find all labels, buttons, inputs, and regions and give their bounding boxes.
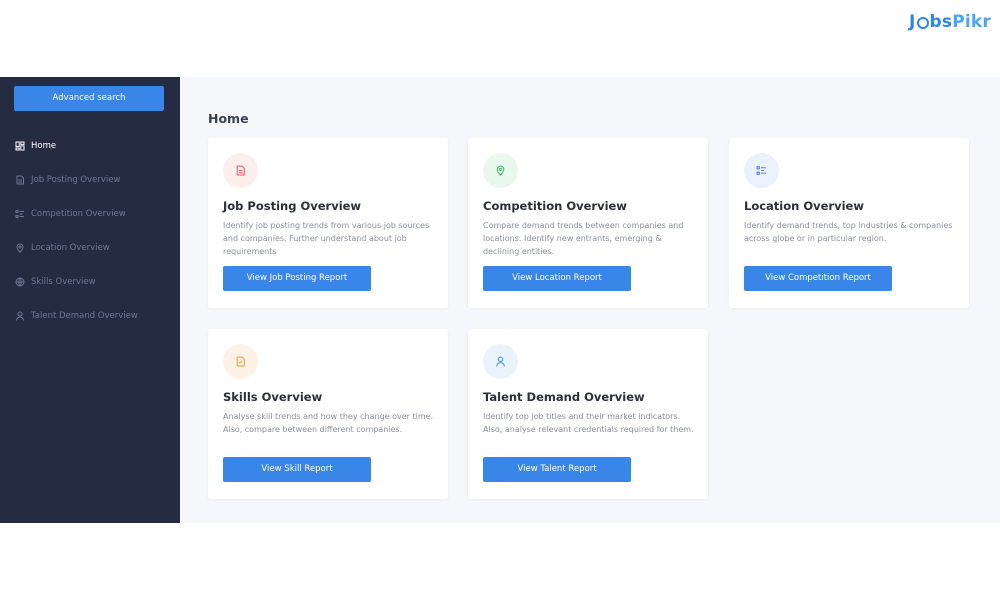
card-title: Competition Overview [483, 199, 627, 213]
sidebar-item-label: Job Posting Overview [31, 175, 121, 185]
sidebar-item-talent-demand[interactable]: Talent Demand Overview [0, 299, 180, 333]
logo-j: J [909, 12, 916, 32]
card-skills-overview: Skills Overview Analyse skill trends and… [208, 329, 448, 499]
location-pin-icon [496, 165, 505, 176]
sidebar-item-location[interactable]: Location Overview [0, 231, 180, 265]
logo-pikr: Pikr [952, 12, 992, 32]
card-title: Job Posting Overview [223, 199, 362, 213]
sidebar-item-label: Location Overview [31, 243, 110, 253]
card-title: Location Overview [744, 199, 864, 213]
globe-icon [15, 277, 25, 287]
advanced-search-button[interactable]: Advanced search [14, 86, 164, 111]
logo-bs: bs [929, 12, 953, 32]
sidebar: Advanced search Home Job Posting Overvie… [0, 77, 180, 523]
document-icon [236, 165, 245, 176]
card-icon-badge [744, 153, 779, 188]
card-description: Identify top job titles and their market… [483, 412, 694, 434]
view-job-posting-report-button[interactable]: View Job Posting Report [223, 266, 371, 291]
user-icon [496, 356, 505, 367]
sidebar-item-job-posting[interactable]: Job Posting Overview [0, 163, 180, 197]
sidebar-item-home[interactable]: Home [0, 129, 180, 163]
card-competition-overview: Competition Overview Compare demand tren… [468, 138, 708, 308]
sidebar-item-skills[interactable]: Skills Overview [0, 265, 180, 299]
view-location-report-button[interactable]: View Location Report [483, 266, 631, 291]
card-talent-demand-overview: Talent Demand Overview Identify top job … [468, 329, 708, 499]
sidebar-nav: Home Job Posting Overview Competition Ov… [0, 137, 180, 341]
sidebar-item-label: Home [31, 141, 57, 151]
location-pin-icon [16, 243, 24, 253]
card-description: Identify job posting trends from various… [223, 221, 430, 256]
card-icon-badge [223, 344, 258, 379]
card-title: Talent Demand Overview [483, 390, 645, 404]
card-icon-badge [223, 153, 258, 188]
user-icon [16, 311, 24, 321]
main-content: Home Job Posting Overview Identify job p… [180, 77, 1000, 523]
jobspikr-logo[interactable]: Jbs Pikr [909, 10, 991, 34]
sidebar-item-label: Competition Overview [31, 209, 126, 219]
card-icon-badge [483, 153, 518, 188]
logo-o-icon [916, 17, 929, 29]
checklist-icon [236, 356, 245, 367]
sidebar-item-competition[interactable]: Competition Overview [0, 197, 180, 231]
list-icon [756, 166, 766, 175]
card-job-posting-overview: Job Posting Overview Identify job postin… [208, 138, 448, 308]
sidebar-item-label: Talent Demand Overview [31, 311, 138, 321]
card-description: Identify demand trends, top industries &… [744, 221, 953, 243]
card-description: Analyse skill trends and how they change… [223, 412, 434, 434]
sidebar-item-label: Skills Overview [31, 277, 96, 287]
document-icon [16, 175, 24, 185]
card-icon-badge [483, 344, 518, 379]
card-title: Skills Overview [223, 390, 323, 404]
page-title: Home [208, 111, 249, 126]
view-skill-report-button[interactable]: View Skill Report [223, 457, 371, 482]
app-shell: Advanced search Home Job Posting Overvie… [0, 77, 1000, 523]
view-talent-report-button[interactable]: View Talent Report [483, 457, 631, 482]
card-location-overview: Location Overview Identify demand trends… [729, 138, 969, 308]
list-icon [15, 210, 24, 218]
card-description: Compare demand trends between companies … [483, 221, 684, 256]
view-competition-report-button[interactable]: View Competition Report [744, 266, 892, 291]
home-icon [15, 141, 25, 151]
